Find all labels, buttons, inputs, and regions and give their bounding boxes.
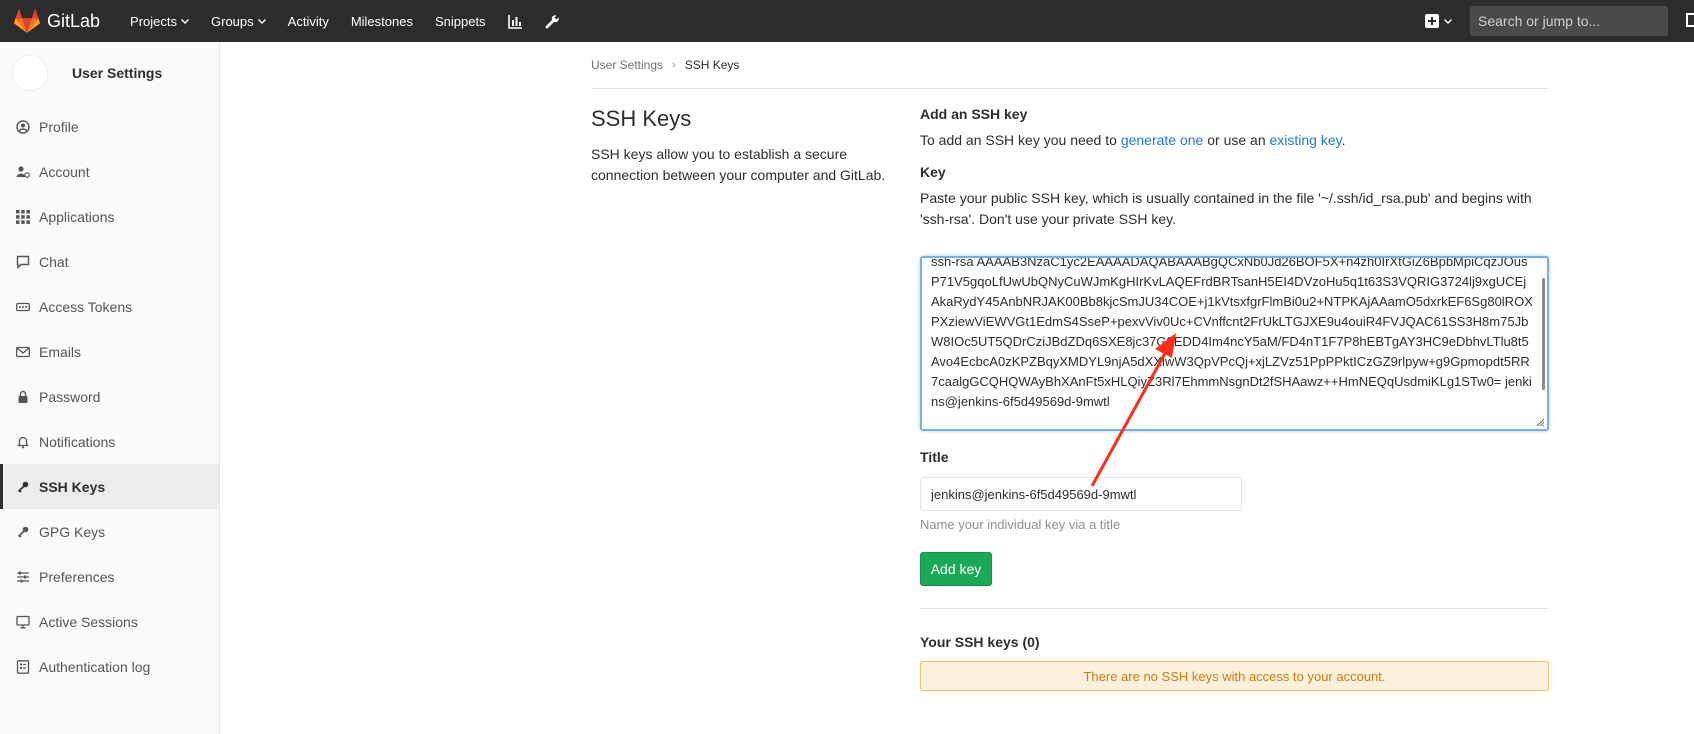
breadcrumb-current[interactable]: SSH Keys bbox=[685, 58, 740, 72]
divider bbox=[920, 608, 1549, 609]
title-input[interactable] bbox=[920, 477, 1242, 511]
nav-snippets-label: Snippets bbox=[434, 13, 486, 29]
chevron-right-icon: › bbox=[672, 59, 676, 71]
page-description: SSH keys allow you to establish a secure… bbox=[591, 146, 886, 183]
monitor-icon bbox=[16, 615, 30, 629]
breadcrumb: User Settings › SSH Keys bbox=[591, 58, 739, 72]
breadcrumb-parent-link[interactable]: User Settings bbox=[591, 58, 663, 72]
title-help-text: Name your individual key via a title bbox=[920, 517, 1121, 532]
sidebar-item-label: Chat bbox=[39, 253, 69, 270]
sidebar-item-label: SSH Keys bbox=[39, 478, 106, 495]
nav-right bbox=[1425, 0, 1694, 42]
chevron-down-icon bbox=[1444, 18, 1452, 24]
key-icon bbox=[16, 525, 30, 539]
nav-groups-label: Groups bbox=[211, 13, 254, 29]
gitlab-tanuki-icon bbox=[14, 9, 40, 33]
log-icon bbox=[16, 659, 30, 674]
nav-projects-label: Projects bbox=[130, 13, 178, 29]
key-icon bbox=[16, 480, 30, 494]
avatar bbox=[12, 55, 48, 91]
chart-icon[interactable] bbox=[507, 14, 523, 29]
brand-name: GitLab bbox=[47, 10, 101, 31]
sidebar-item-account[interactable]: Account bbox=[0, 149, 219, 194]
lock-icon bbox=[16, 390, 30, 404]
instructions-suffix: . bbox=[1341, 132, 1346, 148]
top-navbar: GitLab Projects Groups Activity Mileston… bbox=[0, 0, 1694, 42]
key-help-text: Paste your public SSH key, which is usua… bbox=[920, 190, 1532, 227]
sidebar-item-label: Profile bbox=[39, 118, 79, 135]
sidebar-item-applications[interactable]: Applications bbox=[0, 194, 219, 239]
sliders-icon bbox=[16, 570, 30, 584]
sidebar-item-label: Preferences bbox=[39, 568, 115, 585]
page-title: SSH Keys bbox=[591, 106, 692, 131]
resize-handle-icon[interactable] bbox=[1535, 417, 1545, 427]
sidebar-header[interactable]: User Settings bbox=[0, 42, 219, 104]
title-label: Title bbox=[920, 449, 949, 465]
nav-milestones[interactable]: Milestones bbox=[351, 14, 413, 29]
sidebar-item-label: Password bbox=[39, 388, 101, 405]
nav-projects[interactable]: Projects bbox=[130, 13, 190, 29]
search-icon bbox=[1659, 20, 1660, 22]
form-instructions: To add an SSH key you need to generate o… bbox=[920, 130, 1549, 151]
sidebar-title: User Settings bbox=[72, 65, 163, 81]
nav-links: Projects Groups Activity Milestones Snip… bbox=[130, 0, 582, 42]
nav-activity[interactable]: Activity bbox=[288, 14, 329, 29]
chevron-down-icon bbox=[257, 18, 266, 24]
generate-one-link[interactable]: generate one bbox=[1121, 132, 1204, 148]
sidebar-item-active-sessions[interactable]: Active Sessions bbox=[0, 599, 219, 644]
sidebar-item-label: Emails bbox=[39, 343, 82, 360]
sidebar-item-profile[interactable]: Profile bbox=[0, 104, 219, 149]
key-textarea-wrapper: ssh-rsa AAAAB3NzaC1yc2EAAAADAQABAAABgQCx… bbox=[920, 256, 1549, 431]
bell-icon bbox=[16, 435, 30, 449]
sidebar-item-access-tokens[interactable]: Access Tokens bbox=[0, 284, 219, 329]
new-dropdown-button[interactable] bbox=[1425, 14, 1452, 28]
sidebar-item-label: GPG Keys bbox=[39, 523, 106, 540]
account-icon bbox=[16, 165, 30, 179]
add-ssh-key-form: Add an SSH key To add an SSH key you nee… bbox=[920, 106, 1549, 691]
email-icon bbox=[16, 345, 30, 359]
sidebar-item-password[interactable]: Password bbox=[0, 374, 219, 419]
sidebar-item-label: Account bbox=[39, 163, 90, 180]
key-label: Key bbox=[920, 164, 946, 180]
sidebar-item-label: Access Tokens bbox=[39, 298, 133, 315]
search-input[interactable] bbox=[1478, 13, 1659, 29]
sidebar-item-preferences[interactable]: Preferences bbox=[0, 554, 219, 599]
sidebar-item-gpg-keys[interactable]: GPG Keys bbox=[0, 509, 219, 554]
token-icon bbox=[16, 300, 30, 314]
intro-section: SSH Keys SSH keys allow you to establish… bbox=[591, 106, 891, 186]
sidebar-item-label: Applications bbox=[39, 208, 115, 225]
plus-square-icon bbox=[1425, 14, 1439, 28]
nav-groups[interactable]: Groups bbox=[211, 14, 266, 29]
panel-edge-icon[interactable] bbox=[1686, 13, 1694, 27]
sidebar-item-label: Active Sessions bbox=[39, 613, 138, 630]
settings-sidebar: User Settings Profile Account Applicatio… bbox=[0, 42, 220, 734]
nav-snippets[interactable]: Snippets bbox=[435, 14, 486, 29]
sidebar-item-label: Authentication log bbox=[39, 658, 151, 675]
ssh-keys-list-heading: Your SSH keys (0) bbox=[920, 634, 1040, 650]
sidebar-item-notifications[interactable]: Notifications bbox=[0, 419, 219, 464]
sidebar-item-label: Notifications bbox=[39, 433, 116, 450]
instructions-prefix: To add an SSH key you need to bbox=[920, 132, 1121, 148]
chat-icon bbox=[16, 255, 30, 269]
textarea-scrollbar[interactable] bbox=[1542, 278, 1545, 390]
wrench-icon[interactable] bbox=[545, 14, 560, 29]
nav-activity-label: Activity bbox=[287, 13, 329, 29]
existing-key-link[interactable]: existing key bbox=[1270, 132, 1342, 148]
profile-icon bbox=[16, 119, 30, 134]
search-box[interactable] bbox=[1470, 6, 1668, 36]
sidebar-item-chat[interactable]: Chat bbox=[0, 239, 219, 284]
nav-milestones-label: Milestones bbox=[350, 13, 413, 29]
instructions-middle: or use an bbox=[1203, 132, 1270, 148]
add-key-button[interactable]: Add key bbox=[920, 552, 992, 586]
applications-icon bbox=[16, 209, 30, 224]
gitlab-logo[interactable]: GitLab bbox=[14, 0, 100, 42]
form-heading: Add an SSH key bbox=[920, 106, 1028, 122]
empty-keys-alert: There are no SSH keys with access to you… bbox=[920, 661, 1549, 691]
sidebar-item-authentication-log[interactable]: Authentication log bbox=[0, 644, 219, 689]
chevron-down-icon bbox=[181, 18, 190, 24]
key-textarea[interactable]: ssh-rsa AAAAB3NzaC1yc2EAAAADAQABAAABgQCx… bbox=[922, 258, 1547, 423]
divider bbox=[591, 88, 1549, 89]
sidebar-item-ssh-keys[interactable]: SSH Keys bbox=[0, 464, 219, 509]
sidebar-item-emails[interactable]: Emails bbox=[0, 329, 219, 374]
